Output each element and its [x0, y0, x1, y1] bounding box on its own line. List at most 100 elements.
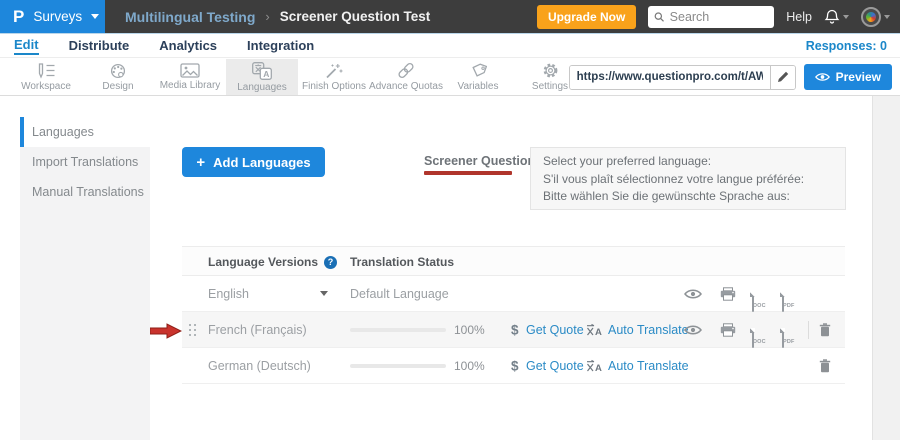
translation-progress-percent: 100% — [454, 359, 485, 373]
delete-language-icon[interactable] — [819, 359, 831, 373]
table-row-french: French (Français) 100% $ Get Quote A Aut… — [182, 312, 845, 348]
notifications-button[interactable] — [824, 9, 849, 25]
sidebar-item-manual-translations[interactable]: Manual Translations — [20, 177, 150, 207]
magic-wand-icon — [325, 63, 343, 79]
sidebar-item-import-translations[interactable]: Import Translations — [20, 147, 150, 177]
dollar-icon: $ — [511, 322, 519, 337]
languages-page: Languages Import Translations Manual Tra… — [0, 96, 900, 440]
language-name: French (Français) — [208, 323, 307, 337]
tab-languages[interactable]: A Languages — [226, 59, 298, 95]
search-icon — [654, 11, 664, 23]
add-languages-button[interactable]: + Add Languages — [182, 147, 325, 177]
edit-url-button[interactable] — [770, 66, 795, 89]
column-translation-status: Translation Status — [350, 255, 454, 269]
breadcrumb-survey-folder[interactable]: Multilingual Testing — [125, 9, 255, 25]
survey-url-group — [569, 65, 796, 90]
bell-icon — [824, 9, 840, 25]
page-right-gutter — [872, 96, 900, 440]
divider — [808, 321, 809, 339]
svg-text:A: A — [595, 327, 602, 337]
avatar — [861, 7, 881, 27]
screener-text-german: Bitte wählen Sie die gewünschte Sprache … — [543, 188, 833, 206]
delete-language-icon[interactable] — [819, 323, 831, 337]
sidebar-item-languages[interactable]: Languages — [20, 117, 150, 147]
account-menu-button[interactable] — [861, 7, 890, 27]
default-language-select[interactable]: English — [208, 287, 328, 301]
screener-question-label: Screener Question : — [424, 154, 543, 168]
help-link[interactable]: Help — [786, 10, 812, 24]
edit-toolbar: Workspace Design Media Library A Languag… — [0, 59, 900, 96]
nav-tab-integration[interactable]: Integration — [247, 38, 314, 53]
languages-sidebar: Languages Import Translations Manual Tra… — [20, 117, 150, 440]
chevron-down-icon — [320, 291, 328, 296]
translate-icon: A — [252, 62, 272, 80]
survey-url-input[interactable] — [570, 66, 770, 89]
responses-count[interactable]: Responses: 0 — [806, 39, 900, 53]
default-language-badge: Default Language — [350, 287, 449, 301]
chevron-down-icon — [884, 15, 890, 19]
breadcrumb-survey-name: Screener Question Test — [280, 9, 431, 24]
tab-media-library[interactable]: Media Library — [154, 59, 226, 95]
translation-progress-percent: 100% — [454, 323, 485, 337]
header-actions: Upgrade Now Help — [537, 5, 900, 29]
global-search — [648, 6, 774, 28]
auto-translate-link[interactable]: Auto Translate — [608, 359, 689, 373]
nav-tab-edit[interactable]: Edit — [14, 37, 39, 55]
dollar-icon: $ — [511, 358, 519, 373]
tab-design[interactable]: Design — [82, 59, 154, 95]
get-quote-link[interactable]: Get Quote — [526, 323, 584, 337]
translation-progress-bar — [350, 328, 446, 332]
export-doc-icon[interactable]: DOC — [752, 293, 754, 312]
help-icon[interactable]: ? — [324, 256, 337, 269]
preview-button[interactable]: Preview — [804, 64, 892, 90]
image-icon — [180, 63, 200, 78]
table-header: Language Versions ? Translation Status — [182, 246, 845, 276]
workspace-icon — [36, 63, 56, 79]
tab-workspace[interactable]: Workspace — [10, 59, 82, 95]
gear-icon — [542, 62, 559, 79]
product-name: Surveys — [33, 9, 82, 24]
top-header: P Surveys Multilingual Testing › Screene… — [0, 0, 900, 33]
annotation-red-arrow — [150, 323, 182, 339]
svg-text:A: A — [263, 69, 269, 79]
svg-text:A: A — [595, 363, 602, 373]
export-pdf-icon[interactable]: PDF — [782, 329, 784, 348]
translation-progress-bar — [350, 364, 446, 368]
table-row-german: German (Deutsch) 100% $ Get Quote A Auto… — [182, 348, 845, 384]
table-row-english: English Default Language DOC PDF — [182, 276, 845, 312]
questionpro-app: P Surveys Multilingual Testing › Screene… — [0, 0, 900, 440]
tab-finish-options[interactable]: Finish Options — [298, 59, 370, 95]
upgrade-now-button[interactable]: Upgrade Now — [537, 5, 636, 29]
survey-link-area: Preview — [569, 64, 892, 90]
export-pdf-icon[interactable]: PDF — [782, 293, 784, 312]
palette-icon — [109, 63, 127, 79]
drag-handle-icon[interactable] — [189, 324, 196, 336]
product-switcher[interactable]: P Surveys — [0, 0, 105, 33]
language-name: German (Deutsch) — [208, 359, 311, 373]
questionpro-logo-icon: P — [13, 8, 24, 25]
chevron-down-icon — [91, 14, 99, 19]
language-versions-table: Language Versions ? Translation Status E… — [182, 246, 845, 384]
preview-language-icon[interactable] — [684, 288, 702, 300]
auto-translate-icon: A — [586, 323, 602, 336]
auto-translate-icon: A — [586, 359, 602, 372]
tab-advance-quotas[interactable]: Advance Quotas — [370, 59, 442, 95]
print-icon[interactable] — [720, 323, 736, 337]
tab-variables[interactable]: Variables — [442, 59, 514, 95]
search-input[interactable] — [670, 10, 769, 24]
breadcrumb: Multilingual Testing › Screener Question… — [125, 9, 430, 25]
screener-text-french: S'il vous plaît sélectionnez votre langu… — [543, 171, 833, 189]
export-doc-icon[interactable]: DOC — [752, 329, 754, 348]
preview-language-icon[interactable] — [684, 324, 702, 336]
breadcrumb-separator: › — [265, 9, 269, 24]
print-icon[interactable] — [720, 287, 736, 301]
nav-tab-analytics[interactable]: Analytics — [159, 38, 217, 53]
auto-translate-link[interactable]: Auto Translate — [608, 323, 689, 337]
survey-nav: Edit Distribute Analytics Integration Re… — [0, 33, 900, 58]
get-quote-link[interactable]: Get Quote — [526, 359, 584, 373]
plus-icon: + — [196, 155, 205, 170]
nav-tab-distribute[interactable]: Distribute — [69, 38, 130, 53]
chevron-down-icon — [843, 15, 849, 19]
pencil-icon — [777, 71, 789, 83]
column-language-versions: Language Versions — [208, 255, 318, 269]
